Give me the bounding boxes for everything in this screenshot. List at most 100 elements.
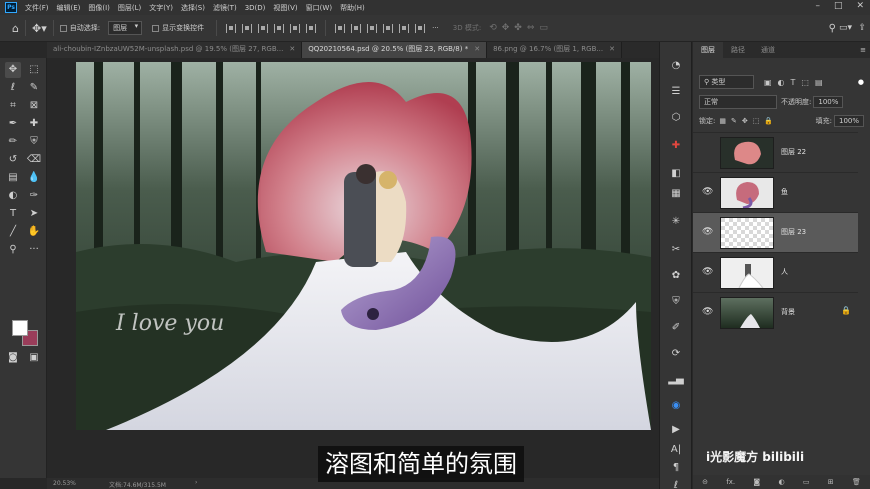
quick-mask-icon[interactable]: ◙ bbox=[5, 350, 21, 366]
distribute-left-icon[interactable] bbox=[383, 23, 394, 33]
menu-edit[interactable]: 编辑(E) bbox=[53, 3, 85, 13]
layer-name[interactable]: 鱼 bbox=[781, 187, 788, 197]
link-icon[interactable]: ⊝ bbox=[702, 478, 708, 486]
layer-filter-dropdown[interactable]: ⚲ 类型 bbox=[699, 75, 754, 89]
path-select-tool-icon[interactable]: ➤ bbox=[26, 206, 42, 222]
minimize-icon[interactable]: – bbox=[815, 1, 820, 11]
lasso-tool-icon[interactable]: ℓ bbox=[5, 80, 21, 96]
menu-3d[interactable]: 3D(D) bbox=[241, 4, 270, 12]
canvas-area[interactable]: I love you bbox=[47, 58, 659, 478]
distribute-bottom-icon[interactable] bbox=[367, 23, 378, 33]
document-canvas[interactable]: I love you bbox=[76, 62, 651, 430]
blend-mode-dropdown[interactable]: 正常 bbox=[699, 95, 777, 109]
menu-layer[interactable]: 图层(L) bbox=[114, 3, 145, 13]
actions-panel-icon[interactable]: ✐ bbox=[668, 320, 684, 336]
group-icon[interactable]: ▭ bbox=[803, 478, 810, 486]
move-tool-icon[interactable]: ✥ bbox=[5, 62, 21, 78]
align-bottom-icon[interactable] bbox=[306, 23, 317, 33]
swatches-panel-icon[interactable]: ▦ bbox=[668, 186, 684, 202]
frame-tool-icon[interactable]: ⊠ bbox=[26, 98, 42, 114]
adjustments-icon[interactable]: ◧ bbox=[668, 166, 684, 182]
layer-row[interactable]: 👁 鱼 bbox=[693, 172, 858, 212]
brush-settings-icon[interactable]: ✳ bbox=[668, 214, 684, 230]
hand-tool-icon[interactable]: ✋ bbox=[26, 224, 42, 240]
pen-tool-icon[interactable]: ✑ bbox=[26, 188, 42, 204]
visibility-toggle-icon[interactable]: 👁 bbox=[702, 267, 713, 277]
auto-select-dropdown[interactable]: 图层 bbox=[108, 21, 143, 35]
layer-row[interactable]: 👁 图层 23 bbox=[693, 212, 858, 252]
menu-select[interactable]: 选择(S) bbox=[177, 3, 209, 13]
layer-row[interactable]: 👁 人 bbox=[693, 252, 858, 292]
align-left-icon[interactable] bbox=[226, 23, 237, 33]
layer-row[interactable]: 👁 图层 22 bbox=[693, 132, 858, 172]
align-center-icon[interactable] bbox=[242, 23, 253, 33]
new-layer-icon[interactable]: ⊞ bbox=[828, 478, 834, 486]
gradient-tool-icon[interactable]: ▤ bbox=[5, 170, 21, 186]
menu-window[interactable]: 窗口(W) bbox=[302, 3, 336, 13]
layer-name[interactable]: 图层 23 bbox=[781, 227, 806, 237]
3d-panel-icon[interactable]: ⬡ bbox=[668, 110, 684, 126]
brush-tool-icon[interactable]: ✏ bbox=[5, 134, 21, 150]
dodge-tool-icon[interactable]: ◐ bbox=[5, 188, 21, 204]
opacity-input[interactable]: 100% bbox=[813, 96, 844, 108]
layer-name[interactable]: 人 bbox=[781, 267, 788, 277]
foreground-color-swatch[interactable] bbox=[12, 320, 28, 336]
menu-filter[interactable]: 滤镜(T) bbox=[209, 3, 241, 13]
healing-brush-tool-icon[interactable]: ✚ bbox=[26, 116, 42, 132]
crop-tool-icon[interactable]: ⌗ bbox=[5, 98, 21, 114]
distribute-right-icon[interactable] bbox=[415, 23, 426, 33]
layer-name[interactable]: 图层 22 bbox=[781, 147, 806, 157]
trash-icon[interactable]: 🗑 bbox=[852, 478, 861, 486]
menu-type[interactable]: 文字(Y) bbox=[145, 3, 177, 13]
close-tab-icon[interactable]: ✕ bbox=[609, 42, 615, 58]
screen-mode-icon[interactable]: ▣ bbox=[26, 350, 42, 366]
home-icon[interactable]: ⌂ bbox=[12, 22, 19, 35]
marquee-tool-icon[interactable]: ⬚ bbox=[26, 62, 42, 78]
search-icon[interactable]: ⚲ bbox=[829, 23, 836, 34]
paragraph-panel-icon[interactable]: ¶ bbox=[668, 460, 684, 476]
workspace-icon[interactable]: ▭▾ bbox=[839, 23, 852, 33]
distribute-middle-icon[interactable] bbox=[351, 23, 362, 33]
align-middle-icon[interactable] bbox=[290, 23, 301, 33]
align-top-icon[interactable] bbox=[274, 23, 285, 33]
history-panel-icon[interactable]: ◔ bbox=[668, 58, 684, 74]
glyphs-panel-icon[interactable]: ℓ bbox=[668, 478, 684, 489]
align-right-icon[interactable] bbox=[258, 23, 269, 33]
history-brush-tool-icon[interactable]: ↺ bbox=[5, 152, 21, 168]
layer-row[interactable]: 👁 背景 🔒 bbox=[693, 292, 858, 332]
fill-input[interactable]: 100% bbox=[833, 115, 864, 127]
eyedropper-tool-icon[interactable]: ✒ bbox=[5, 116, 21, 132]
quick-select-tool-icon[interactable]: ✎ bbox=[26, 80, 42, 96]
visibility-toggle-icon[interactable]: 👁 bbox=[702, 227, 713, 237]
tab-paths[interactable]: 路径 bbox=[723, 42, 753, 58]
close-icon[interactable]: ✕ bbox=[856, 1, 864, 11]
mask-icon[interactable]: ◙ bbox=[753, 478, 760, 486]
distribute-top-icon[interactable] bbox=[335, 23, 346, 33]
close-tab-icon[interactable]: ✕ bbox=[474, 42, 480, 58]
layer-filter-icons[interactable]: ▣◐T⬚▤ bbox=[764, 78, 829, 87]
rotate-panel-icon[interactable]: ⟳ bbox=[668, 346, 684, 362]
menu-view[interactable]: 视图(V) bbox=[269, 3, 301, 13]
line-tool-icon[interactable]: ╱ bbox=[5, 224, 21, 240]
fx-icon[interactable]: fx. bbox=[726, 478, 735, 486]
status-menu-icon[interactable]: › bbox=[195, 479, 197, 486]
plugin-icon[interactable]: ✚ bbox=[668, 138, 684, 154]
visibility-toggle-icon[interactable]: 👁 bbox=[702, 187, 713, 197]
menu-file[interactable]: 文件(F) bbox=[21, 3, 53, 13]
auto-select-checkbox[interactable] bbox=[59, 24, 67, 32]
eraser-tool-icon[interactable]: ⌫ bbox=[26, 152, 42, 168]
maximize-icon[interactable]: □ bbox=[834, 1, 843, 11]
panel-menu-icon[interactable]: ≡ bbox=[860, 42, 866, 58]
type-tool-icon[interactable]: T bbox=[5, 206, 21, 222]
timeline-play-icon[interactable]: ▶ bbox=[668, 422, 684, 438]
properties-panel-icon[interactable]: ☰ bbox=[668, 84, 684, 100]
histogram-panel-icon[interactable]: ▂▄ bbox=[668, 372, 684, 388]
distribute-center-icon[interactable] bbox=[399, 23, 410, 33]
navigator-panel-icon[interactable]: ◉ bbox=[668, 398, 684, 414]
layer-name[interactable]: 背景 bbox=[781, 307, 795, 317]
menu-help[interactable]: 帮助(H) bbox=[336, 3, 369, 13]
adjustment-icon[interactable]: ◐ bbox=[779, 478, 785, 486]
share-icon[interactable]: ⇪ bbox=[858, 23, 866, 33]
clone-source-icon[interactable]: ⛨ bbox=[668, 294, 684, 310]
blur-tool-icon[interactable]: 💧 bbox=[26, 170, 42, 186]
